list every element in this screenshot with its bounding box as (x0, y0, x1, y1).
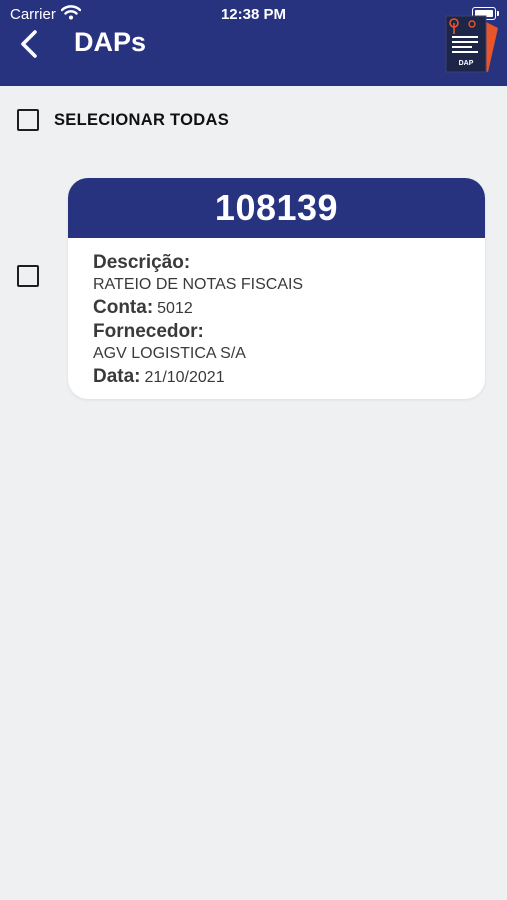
conta-line: Conta: 5012 (93, 296, 485, 320)
data-value: 21/10/2021 (144, 369, 225, 386)
select-all-toggle[interactable]: SELECIONAR TODAS (17, 108, 229, 132)
descricao-label: Descrição: (93, 252, 191, 273)
dap-document-logo-icon: DAP (445, 15, 498, 73)
dap-number: 108139 (68, 178, 485, 238)
top-bar: Carrier 12:38 PM DAPs DAP (0, 0, 507, 86)
dap-card-body: Descrição: RATEIO DE NOTAS FISCAIS Conta… (68, 238, 485, 389)
dap-card[interactable]: 108139 Descrição: RATEIO DE NOTAS FISCAI… (68, 178, 485, 399)
back-button[interactable] (16, 28, 46, 60)
data-label: Data: (93, 366, 141, 387)
conta-value: 5012 (157, 300, 193, 317)
page-title: DAPs (74, 27, 147, 57)
fornecedor-label: Fornecedor: (93, 321, 204, 342)
fornecedor-value: AGV LOGISTICA S/A (93, 345, 246, 362)
logo-text: DAP (459, 60, 474, 67)
data-line: Data: 21/10/2021 (93, 365, 485, 389)
select-all-label: SELECIONAR TODAS (54, 110, 230, 129)
dap-item-checkbox[interactable] (17, 265, 39, 287)
chevron-left-icon (21, 30, 37, 58)
conta-label: Conta: (93, 297, 154, 318)
status-time: 12:38 PM (220, 6, 287, 23)
descricao-value: RATEIO DE NOTAS FISCAIS (93, 276, 304, 293)
select-all-checkbox[interactable] (17, 109, 39, 131)
